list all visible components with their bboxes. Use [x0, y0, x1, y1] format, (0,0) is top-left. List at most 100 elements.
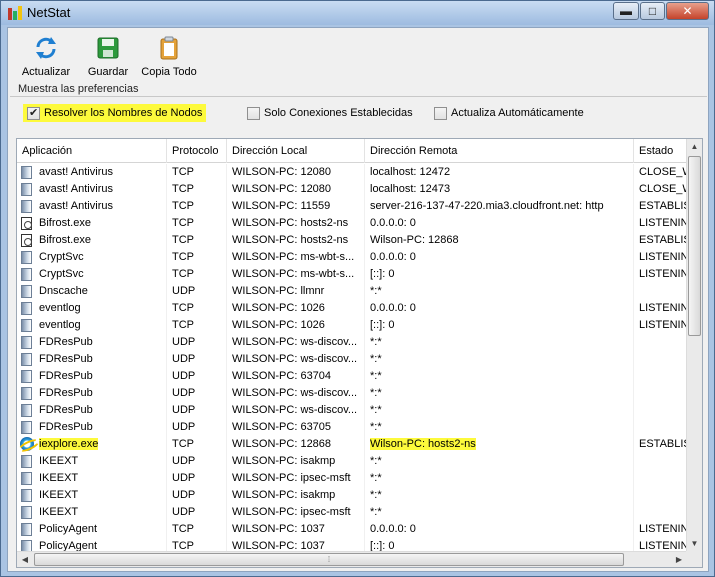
table-row[interactable]: IKEEXT UDP WILSON-PC: ipsec-msft *:* [17, 470, 687, 487]
table-row[interactable]: FDResPub UDP WILSON-PC: ws-discov... *:* [17, 351, 687, 368]
cell-local-address: WILSON-PC: ws-discov... [227, 351, 365, 368]
cell-application: IKEEXT [17, 487, 167, 504]
table-row[interactable]: IKEEXT UDP WILSON-PC: isakmp *:* [17, 487, 687, 504]
cell-application-text: CryptSvc [39, 268, 84, 280]
cell-application-text: IKEEXT [39, 455, 79, 467]
cell-protocol: TCP [167, 317, 227, 334]
refresh-button[interactable]: Actualizar [21, 36, 71, 78]
cell-application: eventlog [17, 317, 167, 334]
cell-application-text: iexplore.exe [39, 438, 99, 450]
cell-remote-address-text: *:* [370, 506, 382, 518]
table-row[interactable]: avast! Antivirus TCP WILSON-PC: 11559 serve… [17, 198, 687, 215]
maximize-button[interactable]: □ [640, 2, 665, 20]
table-row[interactable]: Dnscache UDP WILSON-PC: llmnr *:* [17, 283, 687, 300]
cell-local-address-text: WILSON-PC: 1037 [232, 523, 325, 535]
established-only-option[interactable]: Solo Conexiones Establecidas [247, 104, 413, 122]
horizontal-scroll-thumb[interactable]: ⁞ [34, 553, 624, 566]
cell-remote-address: *:* [365, 504, 634, 521]
column-header-local-address[interactable]: Dirección Local [227, 139, 365, 163]
horizontal-scrollbar[interactable]: ◀ ⁞ ▶ [17, 551, 687, 567]
cell-application-text: avast! Antivirus [39, 166, 113, 178]
cell-local-address: WILSON-PC: ws-discov... [227, 402, 365, 419]
table-row[interactable]: CryptSvc TCP WILSON-PC: ms-wbt-s... 0.0.0.0… [17, 249, 687, 266]
resolve-names-checkbox[interactable] [27, 106, 40, 120]
cell-protocol-text: UDP [172, 404, 196, 416]
cell-local-address-text: WILSON-PC: 12080 [232, 183, 332, 195]
table-row[interactable]: FDResPub UDP WILSON-PC: ws-discov... *:* [17, 334, 687, 351]
table-row[interactable]: FDResPub UDP WILSON-PC: 63704 *:* [17, 368, 687, 385]
executable-image-icon [21, 234, 32, 247]
cell-remote-address-text: *:* [370, 353, 382, 365]
table-row[interactable]: avast! Antivirus TCP WILSON-PC: 12080 local… [17, 164, 687, 181]
save-button[interactable]: Guardar [83, 36, 133, 78]
auto-refresh-option[interactable]: Actualiza Automáticamente [434, 104, 584, 122]
connections-table[interactable]: Aplicación Protocolo Dirección Local Dir… [16, 138, 703, 568]
table-row[interactable]: iexplore.exe TCP WILSON-PC: 12868 Wilson-PC… [17, 436, 687, 453]
vertical-scrollbar[interactable]: ▲ ▼ [686, 139, 702, 552]
cell-local-address-text: WILSON-PC: ms-wbt-s... [232, 268, 355, 280]
cell-protocol-text: TCP [172, 166, 194, 178]
table-row[interactable]: FDResPub UDP WILSON-PC: 63705 *:* [17, 419, 687, 436]
cell-protocol: TCP [167, 521, 227, 538]
table-row[interactable]: IKEEXT UDP WILSON-PC: ipsec-msft *:* [17, 504, 687, 521]
cell-remote-address-text: 0.0.0.0: 0 [370, 251, 416, 263]
window-title: NetStat [27, 5, 71, 20]
column-header-protocol[interactable]: Protocolo [167, 139, 227, 163]
cell-protocol-text: TCP [172, 251, 194, 263]
scroll-up-arrow-icon[interactable]: ▲ [687, 139, 702, 155]
executable-image-icon [21, 217, 32, 230]
table-row[interactable]: Bifrost.exe TCP WILSON-PC: hosts2-ns 0.0.0.… [17, 215, 687, 232]
column-header-remote-address[interactable]: Dirección Remota [365, 139, 634, 163]
table-row[interactable]: eventlog TCP WILSON-PC: 1026 [::]: 0 LISTENI… [17, 317, 687, 334]
close-button[interactable]: ✕ [666, 2, 709, 20]
cell-application: CryptSvc [17, 249, 167, 266]
minimize-button[interactable]: ▬ [613, 2, 639, 20]
cell-local-address: WILSON-PC: hosts2-ns [227, 232, 365, 249]
column-header-application[interactable]: Aplicación [17, 139, 167, 163]
cell-remote-address: 0.0.0.0: 0 [365, 249, 634, 266]
vertical-scroll-thumb[interactable] [688, 156, 701, 336]
cell-local-address-text: WILSON-PC: 1026 [232, 319, 325, 331]
auto-refresh-checkbox[interactable] [434, 106, 447, 120]
cell-remote-address-text: Wilson-PC: 12868 [370, 234, 459, 246]
cell-remote-address-text: *:* [370, 421, 382, 433]
column-header-state[interactable]: Estado [634, 139, 687, 163]
cell-local-address-text: WILSON-PC: 63704 [232, 370, 332, 382]
scroll-right-arrow-icon[interactable]: ▶ [671, 552, 687, 567]
table-row[interactable]: Bifrost.exe TCP WILSON-PC: hosts2-ns Wilson… [17, 232, 687, 249]
cell-state [634, 351, 687, 368]
table-row[interactable]: CryptSvc TCP WILSON-PC: ms-wbt-s... [::]: 0… [17, 266, 687, 283]
cell-remote-address: localhost: 12472 [365, 164, 634, 181]
table-row[interactable]: avast! Antivirus TCP WILSON-PC: 12080 local… [17, 181, 687, 198]
resolve-names-label: Resolver los Nombres de Nodos [44, 107, 203, 119]
table-row[interactable]: FDResPub UDP WILSON-PC: ws-discov... *:* [17, 385, 687, 402]
cell-remote-address: [::]: 0 [365, 317, 634, 334]
cell-local-address: WILSON-PC: ms-wbt-s... [227, 266, 365, 283]
cell-remote-address-text: *:* [370, 370, 382, 382]
cell-remote-address-text: *:* [370, 387, 382, 399]
cell-remote-address: localhost: 12473 [365, 181, 634, 198]
scroll-down-arrow-icon[interactable]: ▼ [687, 536, 702, 552]
title-bar[interactable]: NetStat ▬ □ ✕ [1, 1, 714, 25]
cell-application-text: FDResPub [39, 421, 93, 433]
resolve-names-option[interactable]: Resolver los Nombres de Nodos [23, 104, 207, 122]
table-row[interactable]: IKEEXT UDP WILSON-PC: isakmp *:* [17, 453, 687, 470]
cell-local-address-text: WILSON-PC: ws-discov... [232, 336, 358, 348]
refresh-label: Actualizar [21, 66, 71, 78]
table-row[interactable]: eventlog TCP WILSON-PC: 1026 0.0.0.0: 0 LIST… [17, 300, 687, 317]
copy-all-button[interactable]: Copia Todo [138, 36, 200, 78]
cell-state: CLOSE_W [634, 164, 687, 181]
table-row[interactable]: PolicyAgent TCP WILSON-PC: 1037 0.0.0.0: 0 L… [17, 521, 687, 538]
cell-remote-address: [::]: 0 [365, 266, 634, 283]
cell-state-text: ESTABLIS [639, 234, 687, 246]
cell-protocol: UDP [167, 368, 227, 385]
cell-remote-address-text: *:* [370, 285, 382, 297]
cell-remote-address: *:* [365, 368, 634, 385]
scroll-left-arrow-icon[interactable]: ◀ [17, 552, 33, 567]
cell-local-address-text: WILSON-PC: 12080 [232, 166, 332, 178]
cell-protocol-text: TCP [172, 523, 194, 535]
cell-application-text: eventlog [39, 319, 81, 331]
table-row[interactable]: FDResPub UDP WILSON-PC: ws-discov... *:* [17, 402, 687, 419]
cell-local-address: WILSON-PC: llmnr [227, 283, 365, 300]
established-only-checkbox[interactable] [247, 106, 260, 120]
